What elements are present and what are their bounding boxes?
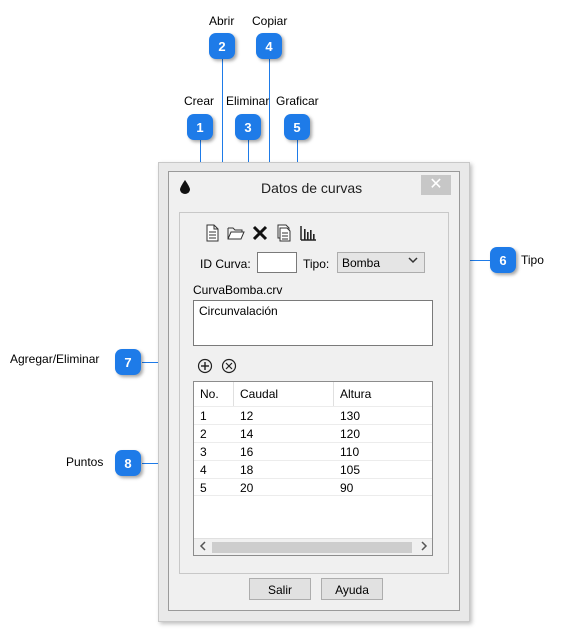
head-value[interactable]: 105 xyxy=(340,463,360,477)
column-header-caudal[interactable]: Caudal xyxy=(234,382,334,406)
callout-badge-2: 2 xyxy=(209,33,235,59)
row-number: 5 xyxy=(200,481,207,495)
curve-description-field[interactable]: Circunvalación xyxy=(193,300,433,346)
type-label: Tipo: xyxy=(303,257,330,271)
copy-icon[interactable] xyxy=(275,224,293,242)
bar-chart-icon[interactable] xyxy=(299,224,317,242)
head-value[interactable]: 130 xyxy=(340,409,360,423)
add-circle-icon[interactable] xyxy=(197,358,213,374)
callout-label-abrir: Abrir xyxy=(209,14,235,28)
scroll-right-icon[interactable] xyxy=(420,540,428,555)
help-button[interactable]: Ayuda xyxy=(321,578,383,600)
callout-badge-8: 8 xyxy=(115,450,141,476)
callout-badge-4: 4 xyxy=(256,33,282,59)
table-row[interactable]: 3 16 110 xyxy=(194,442,432,460)
flow-value[interactable]: 18 xyxy=(240,463,253,477)
table-row[interactable]: 2 14 120 xyxy=(194,424,432,442)
remove-circle-icon[interactable] xyxy=(221,358,237,374)
column-header-no[interactable]: No. xyxy=(194,382,234,406)
table-row[interactable]: 1 12 130 xyxy=(194,406,432,424)
title-bar[interactable]: Datos de curvas ✕ xyxy=(169,172,459,202)
flow-value[interactable]: 20 xyxy=(240,481,253,495)
callout-label-graficar: Graficar xyxy=(276,94,319,108)
head-value[interactable]: 110 xyxy=(340,445,359,459)
callout-badge-6: 6 xyxy=(490,247,516,273)
open-folder-icon[interactable] xyxy=(227,224,245,242)
table-row[interactable]: 4 18 105 xyxy=(194,460,432,478)
row-number: 4 xyxy=(200,463,207,477)
callout-label-crear: Crear xyxy=(184,94,215,108)
dialog-title: Datos de curvas xyxy=(261,180,363,196)
chevron-down-icon xyxy=(408,255,418,268)
callout-badge-3: 3 xyxy=(235,114,261,140)
curve-data-dialog: Datos de curvas ✕ ID Curva: Tipo: Bomba xyxy=(168,171,460,611)
callout-label-tipo: Tipo xyxy=(521,253,544,267)
table-row[interactable]: 5 20 90 xyxy=(194,478,432,496)
curve-filename: CurvaBomba.crv xyxy=(193,283,283,297)
exit-button[interactable]: Salir xyxy=(249,578,311,600)
points-table[interactable]: No. Caudal Altura 1 12 130 2 14 120 3 16… xyxy=(193,381,433,556)
drop-icon xyxy=(180,180,190,194)
head-value[interactable]: 90 xyxy=(340,481,353,495)
curve-type-select[interactable]: Bomba xyxy=(337,252,425,273)
horizontal-scrollbar[interactable] xyxy=(194,538,432,555)
curve-id-input[interactable] xyxy=(257,252,297,273)
row-number: 1 xyxy=(200,409,207,423)
callout-label-eliminar: Eliminar xyxy=(226,94,270,108)
flow-value[interactable]: 12 xyxy=(240,409,253,423)
callout-label-copiar: Copiar xyxy=(252,14,288,28)
curve-type-value: Bomba xyxy=(342,256,381,270)
column-header-altura[interactable]: Altura xyxy=(334,382,432,406)
head-value[interactable]: 120 xyxy=(340,427,360,441)
close-button[interactable]: ✕ xyxy=(421,175,451,195)
new-file-icon[interactable] xyxy=(203,224,221,242)
delete-icon[interactable] xyxy=(251,224,269,242)
callout-badge-5: 5 xyxy=(284,114,310,140)
callout-badge-1: 1 xyxy=(187,114,213,140)
row-number: 2 xyxy=(200,427,207,441)
curve-id-label: ID Curva: xyxy=(200,257,251,271)
scroll-left-icon[interactable] xyxy=(199,540,207,555)
flow-value[interactable]: 16 xyxy=(240,445,253,459)
scrollbar-thumb[interactable] xyxy=(212,542,412,553)
flow-value[interactable]: 14 xyxy=(240,427,253,441)
callout-label-puntos: Puntos xyxy=(66,455,104,469)
callout-badge-7: 7 xyxy=(115,349,141,375)
row-number: 3 xyxy=(200,445,207,459)
callout-label-agregar-eliminar: Agregar/Eliminar xyxy=(10,352,100,366)
